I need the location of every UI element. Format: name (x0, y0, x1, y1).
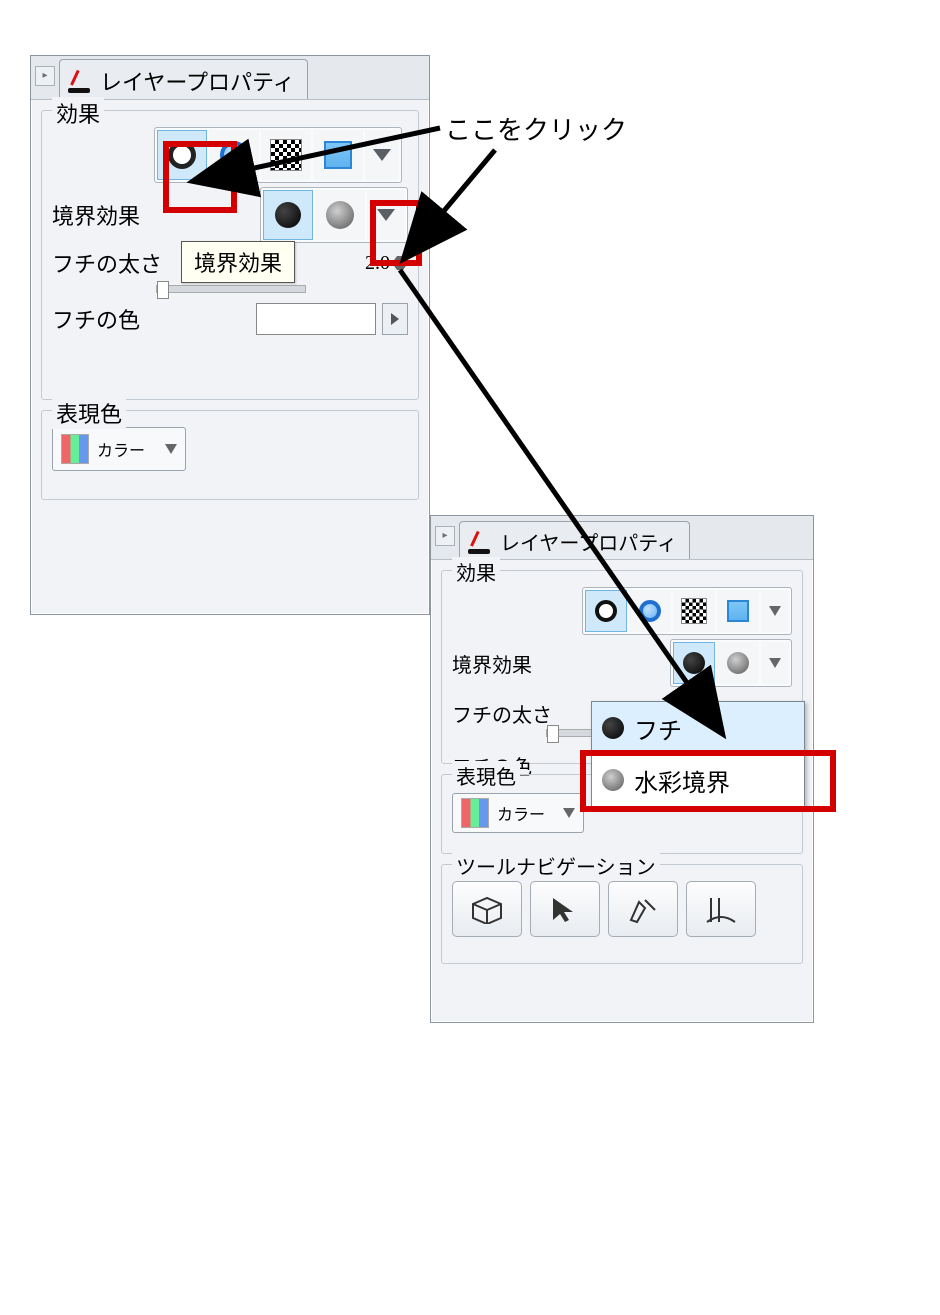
border-effect-menu: フチ 水彩境界 (591, 701, 805, 807)
ring-icon (595, 600, 617, 622)
blob-icon (727, 652, 749, 674)
effect-more-button[interactable] (761, 590, 789, 632)
spinner-down[interactable] (392, 263, 408, 275)
effect-tone-button[interactable] (209, 130, 259, 180)
label-edge-color: フチの色 (52, 303, 172, 335)
chevron-down-icon (769, 658, 781, 668)
rgb-swatch-icon (461, 798, 489, 828)
tab-layer-properties[interactable]: レイヤープロパティ (459, 521, 690, 559)
chevron-down-icon (377, 209, 395, 221)
cube-icon (469, 894, 505, 924)
effect-icon-bar (154, 127, 402, 183)
effect-pattern-button[interactable] (261, 130, 311, 180)
blob-icon (326, 201, 354, 229)
expression-color-value: カラー (497, 801, 545, 825)
effect-icon-bar (582, 587, 792, 635)
spinner-up[interactable] (392, 251, 408, 263)
tab-layer-properties[interactable]: レイヤープロパティ (59, 59, 308, 99)
group-tool-navigation: ツールナビゲーション (441, 864, 803, 964)
panel-collapse-button[interactable]: ▸ (435, 526, 455, 546)
expression-color-value: カラー (97, 437, 145, 461)
annotation-click-here: ここをクリック (445, 110, 627, 147)
menu-item-edge[interactable]: フチ (592, 702, 804, 754)
dot-icon (602, 717, 624, 739)
label-border-effect: 境界効果 (52, 199, 172, 231)
menu-item-watercolor-label: 水彩境界 (634, 763, 730, 798)
tab-bar: ▸ レイヤープロパティ (31, 56, 429, 100)
edge-thickness-slider[interactable] (156, 285, 306, 293)
edge-thickness-value: 2.0 (365, 252, 390, 275)
effect-tone-button[interactable] (629, 590, 671, 632)
expression-color-dropdown[interactable]: カラー (452, 793, 584, 833)
tab-title: レイヤープロパティ (500, 527, 677, 556)
menu-item-edge-label: フチ (634, 711, 682, 746)
cursor-icon (547, 894, 583, 924)
border-effect-bar (260, 187, 408, 243)
ring-blue-icon (639, 600, 661, 622)
tooltip-border-effect: 境界効果 (181, 241, 295, 283)
chevron-down-icon (563, 808, 575, 818)
chevron-down-icon (165, 444, 177, 454)
label-border-effect: 境界効果 (452, 649, 572, 678)
effect-pattern-button[interactable] (673, 590, 715, 632)
layer-properties-panel-2: ▸ レイヤープロパティ 効果 境界効果 (430, 515, 814, 1023)
border-effect-watercolor-button[interactable] (315, 190, 365, 240)
effect-layer-color-button[interactable] (313, 130, 363, 180)
border-effect-dropdown-button[interactable] (761, 642, 789, 684)
layer-properties-panel-1: ▸ レイヤープロパティ 効果 境界効果 (30, 55, 430, 615)
blob-icon (602, 769, 624, 791)
checker-icon (681, 598, 707, 624)
effect-border-button[interactable] (585, 590, 627, 632)
border-effect-edge-button[interactable] (673, 642, 715, 684)
group-expression-color: 表現色 カラー (41, 410, 419, 500)
ring-blue-icon (220, 141, 248, 169)
group-expression-color-label: 表現色 (52, 397, 126, 429)
effect-more-button[interactable] (365, 130, 399, 180)
brush-icon (466, 528, 494, 556)
group-effect-label: 効果 (452, 557, 500, 586)
effect-layer-color-button[interactable] (717, 590, 759, 632)
effect-border-button[interactable] (157, 130, 207, 180)
group-tool-nav-label: ツールナビゲーション (452, 851, 660, 880)
ruler-icon (703, 894, 739, 924)
edge-thickness-spinner[interactable]: 2.0 (365, 251, 408, 275)
group-effect-label: 効果 (52, 97, 104, 129)
tool-nav-button-1[interactable] (452, 881, 522, 937)
tab-bar: ▸ レイヤープロパティ (431, 516, 813, 560)
dot-icon (683, 652, 705, 674)
group-expression-color-label: 表現色 (452, 761, 520, 790)
chevron-down-icon (769, 606, 781, 616)
border-effect-dropdown-button[interactable] (367, 190, 405, 240)
border-effect-watercolor-button[interactable] (717, 642, 759, 684)
border-effect-edge-button[interactable] (263, 190, 313, 240)
edge-color-expand[interactable] (382, 303, 408, 335)
panel-collapse-button[interactable]: ▸ (35, 66, 55, 86)
label-edge-thickness: フチの太さ (452, 699, 572, 728)
tool-nav-button-3[interactable] (608, 881, 678, 937)
ring-icon (168, 141, 196, 169)
edge-color-well[interactable] (256, 303, 376, 335)
border-effect-bar (670, 639, 792, 687)
pen-icon (625, 894, 661, 924)
label-edge-thickness: フチの太さ (52, 247, 172, 279)
tool-nav-button-4[interactable] (686, 881, 756, 937)
tab-title: レイヤープロパティ (100, 65, 295, 97)
tool-nav-button-2[interactable] (530, 881, 600, 937)
menu-item-watercolor[interactable]: 水彩境界 (592, 754, 804, 806)
expression-color-dropdown[interactable]: カラー (52, 427, 186, 471)
rgb-swatch-icon (61, 434, 89, 464)
checker-icon (270, 139, 302, 171)
square-icon (727, 600, 749, 622)
brush-icon (66, 67, 94, 95)
chevron-down-icon (373, 149, 391, 161)
square-icon (324, 141, 352, 169)
dot-icon (275, 202, 301, 228)
